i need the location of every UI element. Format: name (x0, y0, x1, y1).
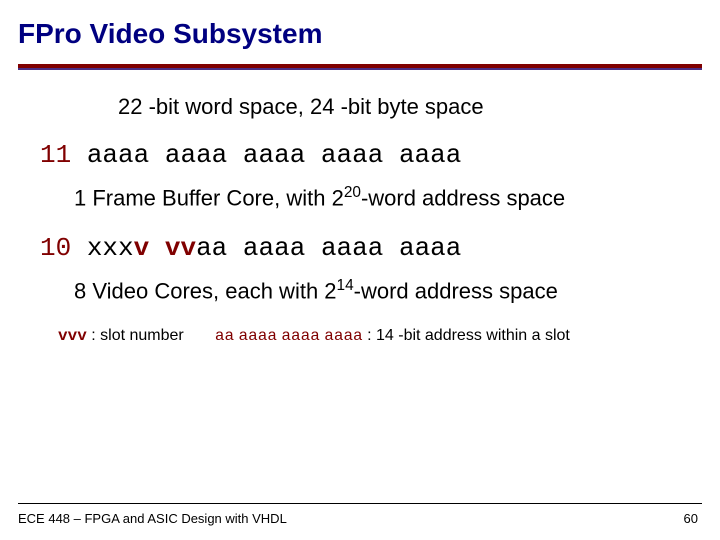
row2-g4: aaaa (321, 233, 383, 263)
row2-g2: vvaa (165, 233, 227, 263)
page-number: 60 (684, 511, 698, 526)
legend: vvv : slot number aa aaaa aaaa aaaa : 14… (58, 327, 680, 345)
desc-1: 1 Frame Buffer Core, with 220-word addre… (74, 184, 680, 211)
row1-g2: aaaa (243, 140, 305, 170)
desc-2: 8 Video Cores, each with 214-word addres… (74, 277, 680, 304)
desc2-exp: 14 (337, 277, 354, 294)
row2-g1: xxxv (87, 233, 149, 263)
slide-title: FPro Video Subsystem (0, 0, 720, 50)
row2-g1b: v (134, 233, 150, 263)
row1-g4: aaaa (399, 140, 461, 170)
title-rule (18, 64, 702, 70)
row2-g1a: xxx (87, 233, 134, 263)
legend-vvv: vvv (58, 327, 87, 345)
row2-g5: aaaa (399, 233, 461, 263)
address-row-1: 11 aaaa aaaa aaaa aaaa aaaa (40, 140, 680, 170)
footer-text: ECE 448 – FPGA and ASIC Design with VHDL (18, 511, 287, 526)
slide-content: 22 -bit word space, 24 -bit byte space 1… (0, 70, 720, 345)
row1-prefix: 11 (40, 140, 71, 170)
row1-g1: aaaa (165, 140, 227, 170)
row2-g2b: aa (196, 233, 227, 263)
legend-aa-3: aaaa (324, 327, 362, 345)
desc1-pre: 1 Frame Buffer Core, with 2 (74, 185, 344, 210)
desc1-exp: 20 (344, 184, 361, 201)
row2-g2a: vv (165, 233, 196, 263)
legend-aa-0: aa (215, 327, 234, 345)
row2-g3: aaaa (243, 233, 305, 263)
desc2-pre: 8 Video Cores, each with 2 (74, 279, 337, 304)
legend-aa-desc: : 14 -bit address within a slot (363, 327, 570, 344)
desc2-post: -word address space (354, 279, 558, 304)
legend-aa-2: aaaa (281, 327, 319, 345)
address-row-2: 10 xxxv vvaa aaaa aaaa aaaa (40, 233, 680, 263)
row1-g0: aaaa (87, 140, 149, 170)
desc1-post: -word address space (361, 185, 565, 210)
legend-aa-1: aaaa (239, 327, 277, 345)
row1-g3: aaaa (321, 140, 383, 170)
heading-line: 22 -bit word space, 24 -bit byte space (118, 94, 680, 120)
footer-rule (18, 503, 702, 504)
row2-prefix: 10 (40, 233, 71, 263)
legend-vvv-desc: : slot number (87, 327, 184, 344)
